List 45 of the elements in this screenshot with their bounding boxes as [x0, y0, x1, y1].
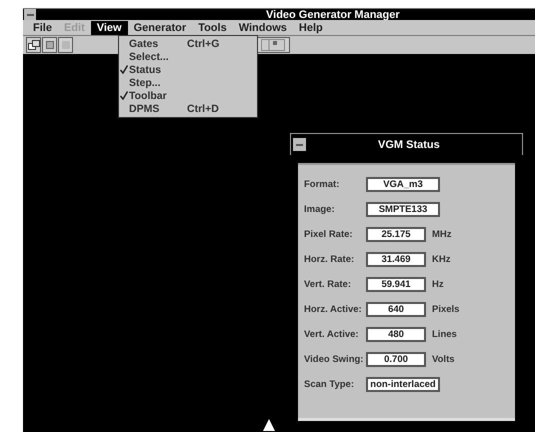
field-label: Horz. Rate:	[304, 254, 356, 265]
menu-item[interactable]: Tools	[192, 20, 233, 34]
value-field: VGA_m3	[366, 177, 440, 192]
grid-icon[interactable]	[256, 37, 290, 53]
menu-option[interactable]: Gates Ctrl+G	[119, 37, 257, 50]
square-icon[interactable]	[42, 37, 57, 53]
pointer-icon	[262, 418, 276, 432]
field-label: Video Swing:	[304, 354, 364, 365]
value-field: 640	[366, 302, 426, 317]
field-label: Format:	[304, 179, 340, 190]
menu-option[interactable]: Toolbar	[119, 89, 257, 102]
menu-option[interactable]: DPMS Ctrl+D	[119, 102, 257, 115]
unit-label: MHz	[432, 229, 452, 240]
menu-option[interactable]: Status	[119, 63, 257, 76]
field-label: Vert. Active:	[304, 329, 360, 340]
menu-item[interactable]: Windows	[232, 20, 293, 34]
menu-option[interactable]: Step...	[119, 76, 257, 89]
unit-label: KHz	[432, 254, 450, 265]
unit-label: Lines	[432, 329, 457, 340]
value-field: 59.941	[366, 277, 426, 292]
blank-icon[interactable]	[58, 37, 73, 53]
unit-label: Volts	[432, 354, 455, 365]
field-label: Pixel Rate:	[304, 229, 354, 240]
value-field: 31.469	[366, 252, 426, 267]
value-field: SMPTE133	[366, 202, 440, 217]
system-menu-button[interactable]	[24, 9, 36, 20]
status-window-title: VGM Status	[378, 138, 440, 150]
unit-label: Hz	[432, 279, 444, 290]
menu-item[interactable]: Help	[292, 20, 329, 34]
system-menu-button[interactable]	[293, 138, 306, 151]
value-field: 25.175	[366, 227, 426, 242]
field-label: Vert. Rate:	[304, 279, 352, 290]
menu-item[interactable]: Generator	[128, 20, 192, 34]
value-field: non-interlaced	[366, 377, 440, 392]
menu-option[interactable]: Select...	[119, 50, 257, 63]
value-field: 0.700	[366, 352, 426, 367]
field-label: Horz. Active:	[304, 304, 363, 315]
field-label: Scan Type:	[304, 379, 355, 390]
menu-item[interactable]: File	[27, 20, 58, 34]
field-label: Image:	[304, 204, 336, 215]
window-icon[interactable]	[26, 37, 41, 53]
menu-item[interactable]: View	[90, 20, 128, 34]
value-field: 480	[366, 327, 426, 342]
window-title: Video Generator Manager	[266, 8, 400, 20]
unit-label: Pixels	[432, 304, 460, 315]
